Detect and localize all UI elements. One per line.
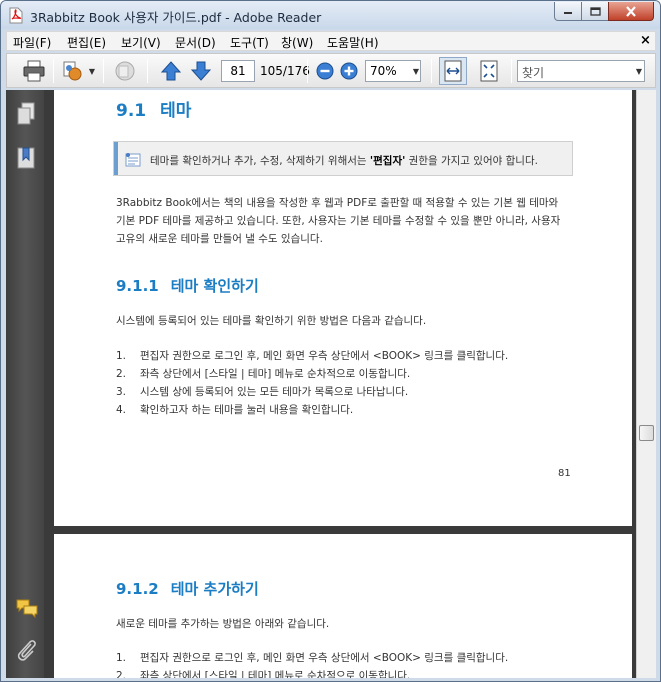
menu-bar: 파일(F) 편집(E) 보기(V) 문서(D) 도구(T) 창(W) 도움말(H… [6,31,656,51]
list-item: 4. 확인하고자 하는 테마를 눌러 내용을 확인합니다. [116,404,354,416]
zoom-dropdown-icon[interactable]: ▼ [409,60,423,82]
minimize-button[interactable] [554,2,582,21]
subsection-intro: 시스템에 등록되어 있는 테마를 확인하기 위한 방법은 다음과 같습니다. [116,315,427,327]
intro-line-2: 기본 PDF 테마를 제공하고 있습니다. 또한, 사용자는 기본 테마를 수정… [116,215,561,227]
zoom-in-button[interactable] [339,61,359,81]
previous-page-button[interactable] [159,59,183,83]
zoom-out-icon [316,62,334,80]
bookmarks-button[interactable] [16,146,36,170]
collaborate-button[interactable] [111,59,139,83]
close-icon [626,5,636,17]
share-icon [63,61,82,81]
fit-width-icon [444,60,462,82]
menu-window[interactable]: 창(W) [281,34,313,51]
minimize-icon [564,12,572,14]
print-button[interactable] [21,59,47,83]
attachments-icon [17,640,36,661]
intro-line-3: 고유의 새로운 테마를 만들어 낼 수도 있습니다. [116,233,323,245]
comments-button[interactable] [16,598,38,618]
document-area: 9.1 테마 테마를 확인하거나 추가, 수정, 삭제하기 위해서는 '편집자' … [44,90,636,678]
title-bar: 3Rabbitz Book 사용자 가이드.pdf - Adobe Reader [1,1,660,29]
collaborate-icon [115,61,135,81]
list-item: 2. 좌측 상단에서 [스타일 | 테마] 메뉴로 순차적으로 이동합니다. [116,670,411,678]
menu-file[interactable]: 파일(F) [13,34,51,51]
scrollbar-thumb[interactable] [639,425,654,441]
note-icon [125,153,141,167]
zoom-out-button[interactable] [315,61,335,81]
page-number-input[interactable]: 81 [221,60,255,82]
find-dropdown-icon[interactable]: ▼ [632,60,646,82]
toolbar: ▼ 81 105/176 70% ▼ 찾기 ▼ [6,53,656,88]
menu-edit[interactable]: 편집(E) [67,34,106,51]
bookmarks-icon [17,147,35,169]
next-page-icon [190,61,212,81]
previous-page-icon [160,61,182,81]
pdf-page-82: 9.1.2 테마 추가하기 새로운 테마를 추가하는 방법은 아래와 같습니다. … [54,534,632,678]
list-item: 1. 편집자 권한으로 로그인 후, 메인 화면 우측 상단에서 <BOOK> 링… [116,350,509,362]
note-box: 테마를 확인하거나 추가, 수정, 삭제하기 위해서는 '편집자' 권한을 가지… [113,141,573,176]
page-thumbnails-icon [17,102,35,125]
subsection-heading: 9.1.2 테마 추가하기 [116,580,259,598]
next-page-button[interactable] [189,59,213,83]
close-document-icon[interactable]: × [640,33,651,48]
maximize-button[interactable] [581,2,609,21]
list-item: 2. 좌측 상단에서 [스타일 | 테마] 메뉴로 순차적으로 이동합니다. [116,368,411,380]
subsection-heading: 9.1.1 테마 확인하기 [116,277,259,295]
comments-icon [16,599,38,618]
menu-tools[interactable]: 도구(T) [230,34,269,51]
note-text: 테마를 확인하거나 추가, 수정, 삭제하기 위해서는 '편집자' 권한을 가지… [150,155,538,167]
page-count-label: 105/176 [260,64,310,78]
intro-line-1: 3Rabbitz Book에서는 책의 내용을 작성한 후 웹과 PDF로 출판… [116,197,559,209]
menu-document[interactable]: 문서(D) [175,34,216,51]
pdf-app-icon [9,7,23,24]
attachments-button[interactable] [16,638,38,662]
navigation-panel [6,90,44,678]
page-thumbnails-button[interactable] [16,102,36,126]
zoom-in-icon [340,62,358,80]
menu-view[interactable]: 보기(V) [121,34,161,51]
section-heading: 9.1 테마 [116,101,192,121]
pdf-page-81: 9.1 테마 테마를 확인하거나 추가, 수정, 삭제하기 위해서는 '편집자' … [54,90,632,526]
adobe-reader-window: 3Rabbitz Book 사용자 가이드.pdf - Adobe Reader… [0,0,661,682]
vertical-scrollbar[interactable] [636,90,656,678]
fit-page-icon [480,60,498,82]
maximize-icon [589,6,601,16]
share-dropdown[interactable]: ▼ [85,60,99,82]
list-item: 1. 편집자 권한으로 로그인 후, 메인 화면 우측 상단에서 <BOOK> 링… [116,652,509,664]
list-item: 3. 시스템 상에 등록되어 있는 모든 테마가 목록으로 나타납니다. [116,386,409,398]
fit-page-button[interactable] [475,57,503,85]
page-number: 81 [558,468,571,479]
subsection-intro: 새로운 테마를 추가하는 방법은 아래와 같습니다. [116,618,330,630]
share-button[interactable] [59,59,85,83]
find-input[interactable]: 찾기 [517,60,645,82]
printer-icon [23,60,45,82]
window-title: 3Rabbitz Book 사용자 가이드.pdf - Adobe Reader [30,10,322,25]
close-button[interactable] [608,2,654,21]
fit-width-button[interactable] [439,57,467,85]
menu-help[interactable]: 도움말(H) [327,34,379,51]
